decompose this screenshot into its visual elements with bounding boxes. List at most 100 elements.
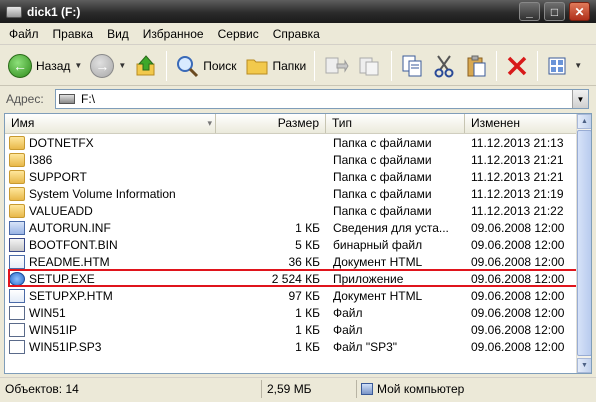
file-name: SETUPXP.HTM — [29, 288, 113, 303]
toolbar: ← Назад ▼ → ▼ Поиск Папки ▼ — [0, 46, 596, 86]
column-header-modified[interactable]: Изменен — [465, 114, 578, 133]
chevron-down-icon[interactable]: ▼ — [74, 61, 82, 70]
drive-icon — [6, 5, 22, 18]
column-modified-label: Изменен — [471, 116, 520, 130]
file-modified: 11.12.2013 21:21 — [471, 152, 564, 167]
file-row[interactable]: WIN51IP.SP3 1 КБ Файл "SP3" 09.06.2008 12:0… — [5, 338, 578, 355]
chevron-down-icon[interactable]: ▾ — [207, 114, 212, 133]
column-header-size[interactable]: Размер — [216, 114, 326, 133]
file-modified: 09.06.2008 12:00 — [471, 322, 565, 337]
folder-icon — [9, 186, 25, 201]
file-name-cell[interactable]: VALUEADD — [5, 203, 216, 218]
file-size: 36 КБ — [288, 254, 320, 269]
file-rows: DOTNETFX Папка с файлами 11.12.2013 21:13 I… — [5, 134, 578, 355]
file-row[interactable]: SETUP.EXE 2 524 КБ Приложение 09.06.2008 12… — [5, 270, 578, 287]
file-row[interactable]: DOTNETFX Папка с файлами 11.12.2013 21:13 — [5, 134, 578, 151]
file-name-cell[interactable]: AUTORUN.INF — [5, 220, 216, 235]
file-modified: 09.06.2008 12:00 — [471, 220, 565, 235]
file-name-cell[interactable]: DOTNETFX — [5, 135, 216, 150]
file-row[interactable]: I386 Папка с файлами 11.12.2013 21:21 — [5, 151, 578, 168]
file-name-cell[interactable]: WIN51IP.SP3 — [5, 339, 216, 354]
move-to-button[interactable] — [319, 49, 353, 83]
menu-bar: Файл Правка Вид Избранное Сервис Справка — [0, 23, 596, 64]
menu-tools[interactable]: Сервис — [211, 27, 266, 41]
scroll-down-icon[interactable]: ▼ — [577, 358, 591, 373]
file-size: 5 КБ — [295, 237, 320, 252]
views-button[interactable]: ▼ — [542, 49, 586, 83]
folders-button[interactable]: Папки — [241, 49, 311, 83]
maximize-button[interactable]: □ — [544, 2, 565, 21]
file-modified: 09.06.2008 12:00 — [471, 254, 565, 269]
vertical-scrollbar[interactable]: ▲ ▼ — [576, 114, 591, 373]
column-size-label: Размер — [277, 116, 319, 130]
file-modified: 09.06.2008 12:00 — [471, 339, 565, 354]
file-type: Папка с файлами — [333, 152, 432, 167]
file-row[interactable]: BOOTFONT.BIN 5 КБ бинарный файл 09.06.2008 … — [5, 236, 578, 253]
generic-file-icon — [9, 339, 25, 354]
file-name-cell[interactable]: SETUP.EXE — [5, 271, 216, 286]
folders-icon — [246, 59, 267, 74]
file-modified: 11.12.2013 21:13 — [471, 135, 564, 150]
back-button[interactable]: ← Назад ▼ — [4, 49, 86, 83]
search-label: Поиск — [203, 58, 237, 73]
close-button[interactable]: ✕ — [569, 2, 590, 21]
file-name: SETUP.EXE — [29, 271, 95, 286]
minimize-button[interactable]: _ — [519, 2, 540, 21]
file-row[interactable]: SETUPXP.HTM 97 КБ Документ HTML 09.06.2008 … — [5, 287, 578, 304]
window-title: dick1 (F:) — [27, 4, 81, 19]
file-row[interactable]: System Volume Information Папка с файлами… — [5, 185, 578, 202]
file-name-cell[interactable]: README.HTM — [5, 254, 216, 269]
scrollbar-thumb[interactable] — [577, 130, 591, 356]
search-button[interactable]: Поиск — [171, 49, 240, 83]
file-row[interactable]: AUTORUN.INF 1 КБ Сведения для уста... 09.06… — [5, 219, 578, 236]
file-name: SUPPORT — [29, 169, 87, 184]
file-name: WIN51 — [29, 305, 66, 320]
address-value: F:\ — [81, 92, 95, 106]
paste-button[interactable] — [460, 49, 492, 83]
file-modified: 09.06.2008 12:00 — [471, 305, 565, 320]
forward-button[interactable]: → ▼ — [86, 49, 130, 83]
copy-to-button[interactable] — [353, 49, 387, 83]
scroll-up-icon[interactable]: ▲ — [577, 114, 591, 129]
generic-file-icon — [9, 305, 25, 320]
up-folder-button[interactable] — [130, 49, 162, 83]
file-modified: 11.12.2013 21:22 — [471, 203, 564, 218]
my-computer-icon — [361, 383, 373, 395]
file-name-cell[interactable]: WIN51IP — [5, 322, 216, 337]
column-header-name[interactable]: Имя ▾ — [5, 114, 216, 133]
file-name-cell[interactable]: System Volume Information — [5, 186, 216, 201]
column-header-type[interactable]: Тип — [326, 114, 465, 133]
views-icon — [548, 57, 566, 74]
address-input[interactable]: F:\ ▼ — [55, 89, 589, 109]
file-modified: 09.06.2008 12:00 — [471, 288, 565, 303]
menu-view[interactable]: Вид — [100, 27, 136, 41]
menu-file[interactable]: Файл — [0, 27, 46, 41]
file-name-cell[interactable]: SUPPORT — [5, 169, 216, 184]
file-row[interactable]: SUPPORT Папка с файлами 11.12.2013 21:21 — [5, 168, 578, 185]
file-name-cell[interactable]: BOOTFONT.BIN — [5, 237, 216, 252]
menu-edit[interactable]: Правка — [46, 27, 101, 41]
chevron-down-icon[interactable]: ▼ — [572, 90, 588, 108]
chevron-down-icon[interactable]: ▼ — [118, 61, 126, 70]
chevron-down-icon[interactable]: ▼ — [574, 61, 582, 70]
search-icon — [177, 55, 199, 77]
file-name-cell[interactable]: SETUPXP.HTM — [5, 288, 216, 303]
folder-icon — [9, 203, 25, 218]
folder-icon — [9, 169, 25, 184]
title-bar[interactable]: dick1 (F:) _ □ ✕ — [0, 0, 596, 23]
menu-help[interactable]: Справка — [266, 27, 327, 41]
file-name: README.HTM — [29, 254, 110, 269]
file-row[interactable]: VALUEADD Папка с файлами 11.12.2013 21:22 — [5, 202, 578, 219]
toolbar-separator — [314, 50, 316, 81]
delete-button[interactable] — [501, 49, 533, 83]
file-name-cell[interactable]: WIN51 — [5, 305, 216, 320]
cut-button[interactable] — [428, 49, 460, 83]
toolbar-separator — [391, 50, 393, 81]
file-name-cell[interactable]: I386 — [5, 152, 216, 167]
file-row[interactable]: WIN51 1 КБ Файл 09.06.2008 12:00 — [5, 304, 578, 321]
copy-button[interactable] — [396, 49, 428, 83]
file-name: BOOTFONT.BIN — [29, 237, 118, 252]
menu-favorites[interactable]: Избранное — [136, 27, 211, 41]
file-row[interactable]: README.HTM 36 КБ Документ HTML 09.06.2008 1… — [5, 253, 578, 270]
file-row[interactable]: WIN51IP 1 КБ Файл 09.06.2008 12:00 — [5, 321, 578, 338]
